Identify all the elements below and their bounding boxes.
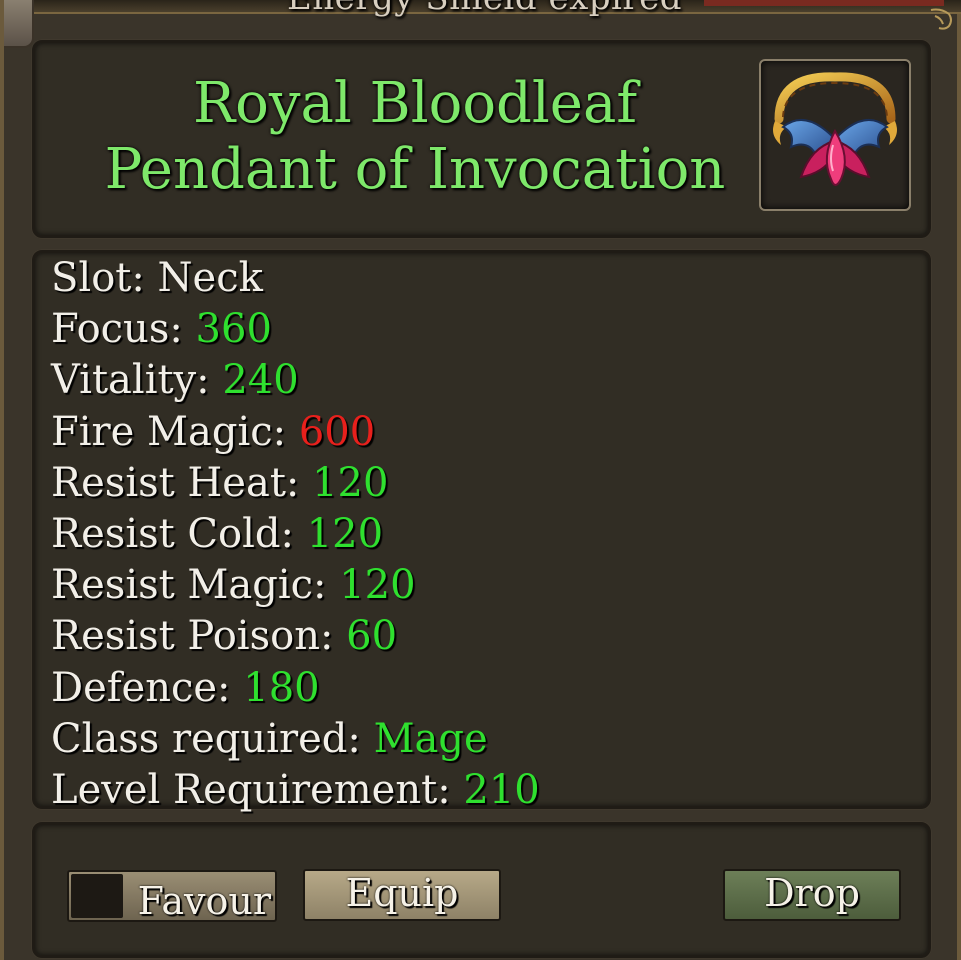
item-stats-panel: Slot: Neck Focus: 360 Vitality: 240 Fire… — [32, 250, 931, 813]
stat-label: Level Requirement: — [51, 766, 464, 813]
stat-label: Resist Heat: — [51, 459, 300, 506]
item-name-line2: Pendant of Invocation — [104, 137, 726, 202]
stat-value: 180 — [243, 664, 320, 711]
stats-list: Slot: Neck Focus: 360 Vitality: 240 Fire… — [51, 253, 911, 816]
stat-value: Mage — [373, 715, 488, 762]
stat-value: 210 — [463, 766, 540, 813]
stat-value: 360 — [195, 306, 272, 353]
stat-value: 120 — [306, 510, 384, 557]
stat-focus: Focus: 360 — [51, 304, 911, 355]
stat-label: Fire Magic: — [51, 408, 287, 455]
favour-toggle-button[interactable]: Favour — [67, 870, 277, 923]
stat-value: 120 — [312, 459, 389, 506]
stat-label: Focus: — [51, 306, 183, 353]
item-tooltip-window: Energy Shield expired Royal Bloodleaf Pe… — [0, 0, 961, 960]
status-notification: Energy Shield expired — [4, 0, 961, 18]
stat-resist-cold: Resist Cold: 120 — [51, 509, 911, 560]
stat-resist-magic: Resist Magic: 120 — [51, 560, 911, 611]
stat-value: 60 — [346, 613, 398, 660]
stat-label: Resist Poison: — [51, 613, 334, 660]
item-name: Royal Bloodleaf Pendant of Invocation — [65, 71, 765, 203]
stat-resist-heat: Resist Heat: 120 — [51, 458, 911, 509]
item-name-line1: Royal Bloodleaf — [192, 71, 638, 136]
stat-slot: Slot: Neck — [51, 253, 911, 304]
item-actions-panel: Favour Equip Drop — [32, 822, 931, 958]
favour-checkbox[interactable] — [71, 874, 123, 918]
stat-vitality: Vitality: 240 — [51, 355, 911, 406]
stat-label: Slot: — [51, 255, 145, 301]
stat-label: Resist Cold: — [51, 510, 294, 557]
stat-label: Resist Magic: — [51, 562, 327, 609]
stat-value: 120 — [339, 562, 416, 609]
favour-label: Favour — [137, 879, 271, 923]
stat-resist-poison: Resist Poison: 60 — [51, 611, 911, 662]
winged-pendant-icon — [773, 72, 897, 186]
item-icon-slot — [759, 59, 911, 211]
stat-defence: Defence: 180 — [51, 663, 911, 714]
stat-level-requirement: Level Requirement: 210 — [51, 765, 911, 816]
stat-fire-magic: Fire Magic: 600 — [51, 407, 911, 458]
back-tab-button[interactable] — [4, 0, 34, 48]
stat-label: Class required: — [51, 715, 361, 762]
stat-value: Neck — [157, 255, 263, 301]
equip-button[interactable]: Equip — [303, 869, 501, 921]
corner-ornament-icon — [930, 8, 952, 30]
stat-value: 240 — [222, 357, 299, 404]
stat-label: Vitality: — [51, 357, 210, 404]
stat-value: 600 — [298, 408, 376, 455]
item-header-panel: Royal Bloodleaf Pendant of Invocation — [32, 40, 931, 238]
stat-label: Defence: — [51, 664, 231, 711]
stat-class-required: Class required: Mage — [51, 714, 911, 765]
drop-button[interactable]: Drop — [723, 869, 901, 921]
